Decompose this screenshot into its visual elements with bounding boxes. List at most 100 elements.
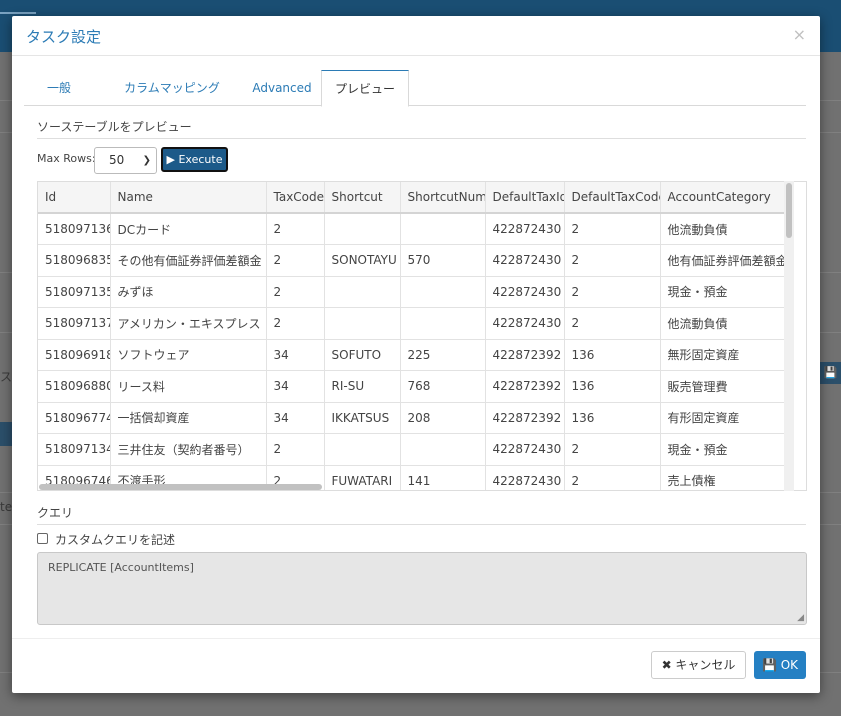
cell-defaulttaxid: 422872430 (485, 433, 565, 466)
cell-id: 518097134 (38, 433, 111, 466)
cell-id: 518096774 (38, 402, 111, 434)
cell-defaulttaxcode: 136 (564, 339, 661, 371)
column-header-id[interactable]: Id (38, 182, 111, 214)
cell-accountcategory: 現金・預金 (660, 433, 787, 466)
cell-defaulttaxcode: 2 (564, 307, 661, 340)
table-row: 518096835 その他有価証券評価差額金 2 SONOTAYU 570 42… (38, 244, 787, 277)
table-row: 518097136 DCカード 2 422872430 2 他流動負債 (38, 213, 787, 245)
cell-name: リース料 (110, 370, 267, 403)
cell-defaulttaxid: 422872392 (485, 370, 565, 403)
cell-taxcode: 34 (266, 339, 325, 371)
cell-defaulttaxcode: 2 (564, 213, 661, 245)
cell-name: DCカード (110, 213, 267, 245)
cell-shortcut: IKKATSUS (324, 402, 401, 434)
max-rows-select[interactable]: 50 ❯ (94, 147, 157, 174)
table-row: 518096918 ソフトウェア 34 SOFUTO 225 422872392… (38, 339, 787, 371)
execute-button[interactable]: ▶ Execute (161, 147, 228, 172)
cell-taxcode: 2 (266, 276, 325, 308)
horizontal-scrollbar[interactable] (37, 482, 785, 492)
cell-shortcutnum (400, 307, 486, 340)
cell-accountcategory: 有形固定資産 (660, 402, 787, 434)
cell-name: 三井住友（契約者番号） (110, 433, 267, 466)
cell-shortcut: SOFUTO (324, 339, 401, 371)
column-header-shortcutnum[interactable]: ShortcutNum (400, 182, 486, 214)
vertical-scrollbar[interactable] (784, 181, 794, 491)
cell-taxcode: 2 (266, 433, 325, 466)
column-header-shortcut[interactable]: Shortcut (324, 182, 401, 214)
cell-taxcode: 2 (266, 244, 325, 277)
cell-defaulttaxcode: 2 (564, 433, 661, 466)
column-header-defaulttaxid[interactable]: DefaultTaxId (485, 182, 565, 214)
modal-header: タスク設定 × (12, 16, 820, 56)
scrollbar-thumb[interactable] (39, 484, 322, 490)
column-header-name[interactable]: Name (110, 182, 267, 214)
cell-shortcut (324, 433, 401, 466)
table-row: 518097134 三井住友（契約者番号） 2 422872430 2 現金・預… (38, 433, 787, 466)
preview-table: Id Name TaxCode Shortcut ShortcutNum Def… (38, 182, 787, 490)
tab-advanced[interactable]: Advanced (244, 70, 320, 106)
column-header-taxcode[interactable]: TaxCode (266, 182, 325, 214)
cell-id: 518096880 (38, 370, 111, 403)
cell-taxcode: 2 (266, 213, 325, 245)
cell-defaulttaxcode: 136 (564, 402, 661, 434)
cancel-button[interactable]: ✖ キャンセル (651, 651, 746, 679)
cell-defaulttaxcode: 2 (564, 244, 661, 277)
preview-grid: Id Name TaxCode Shortcut ShortcutNum Def… (37, 181, 807, 491)
cell-taxcode: 2 (266, 307, 325, 340)
cell-accountcategory: 現金・預金 (660, 276, 787, 308)
cell-defaulttaxid: 422872430 (485, 307, 565, 340)
close-icon[interactable]: × (793, 25, 806, 44)
cell-defaulttaxid: 422872430 (485, 244, 565, 277)
cell-defaulttaxid: 422872392 (485, 339, 565, 371)
cell-shortcutnum: 570 (400, 244, 486, 277)
column-header-accountcategory[interactable]: AccountCategory (660, 182, 787, 214)
cell-id: 518097137 (38, 307, 111, 340)
cell-accountcategory: 他流動負債 (660, 213, 787, 245)
cell-name: その他有価証券評価差額金 (110, 244, 267, 277)
ok-button[interactable]: 💾 OK (754, 651, 806, 679)
bg-left-button (0, 422, 12, 446)
cell-taxcode: 34 (266, 402, 325, 434)
cell-defaulttaxcode: 136 (564, 370, 661, 403)
custom-query-label[interactable]: カスタムクエリを記述 (55, 531, 175, 548)
cell-taxcode: 34 (266, 370, 325, 403)
table-header-row: Id Name TaxCode Shortcut ShortcutNum Def… (38, 182, 787, 214)
tab-bar: 一般 カラムマッピング Advanced プレビュー (24, 70, 806, 107)
footer-divider (12, 638, 820, 639)
query-textarea[interactable]: REPLICATE [AccountItems] ◢ (37, 552, 807, 625)
cell-id: 518097135 (38, 276, 111, 308)
cell-shortcutnum (400, 276, 486, 308)
cell-shortcutnum: 225 (400, 339, 486, 371)
cell-shortcut: RI-SU (324, 370, 401, 403)
cell-shortcutnum (400, 433, 486, 466)
column-header-defaulttaxcode[interactable]: DefaultTaxCode (564, 182, 661, 214)
cell-defaulttaxid: 422872430 (485, 276, 565, 308)
topbar-line (0, 12, 36, 14)
cell-defaulttaxcode: 2 (564, 276, 661, 308)
resize-handle-icon[interactable]: ◢ (797, 613, 804, 623)
custom-query-checkbox[interactable] (37, 533, 48, 544)
cell-shortcut (324, 307, 401, 340)
table-row: 518096880 リース料 34 RI-SU 768 422872392 13… (38, 370, 787, 403)
bg-save-icon: 💾 (820, 362, 841, 384)
tab-preview[interactable]: プレビュー (321, 70, 409, 107)
cell-shortcutnum: 768 (400, 370, 486, 403)
chevron-down-icon: ❯ (142, 155, 151, 166)
cell-name: 一括償却資産 (110, 402, 267, 434)
table-row: 518097135 みずほ 2 422872430 2 現金・預金 (38, 276, 787, 308)
cell-accountcategory: 他流動負債 (660, 307, 787, 340)
cell-shortcutnum (400, 213, 486, 245)
tab-column-mapping[interactable]: カラムマッピング (102, 70, 242, 106)
cell-name: ソフトウェア (110, 339, 267, 371)
cell-accountcategory: 他有価証券評価差額金 (660, 244, 787, 277)
cell-accountcategory: 無形固定資産 (660, 339, 787, 371)
max-rows-label: Max Rows: (37, 152, 96, 165)
cell-id: 518097136 (38, 213, 111, 245)
scrollbar-thumb[interactable] (786, 183, 792, 238)
tab-general[interactable]: 一般 (24, 70, 94, 106)
cell-shortcut: SONOTAYU (324, 244, 401, 277)
query-text: REPLICATE [AccountItems] (48, 561, 194, 574)
max-rows-value: 50 (109, 153, 125, 167)
task-settings-modal: タスク設定 × 一般 カラムマッピング Advanced プレビュー ソーステー… (12, 16, 820, 693)
cell-shortcut (324, 213, 401, 245)
